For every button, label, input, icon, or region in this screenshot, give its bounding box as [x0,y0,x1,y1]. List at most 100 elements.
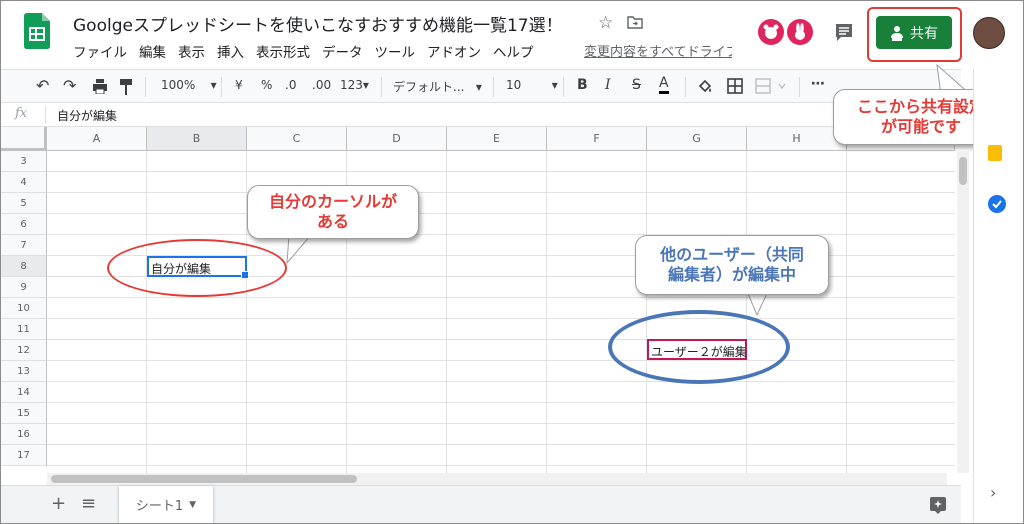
row-header-15[interactable]: 15 [1,403,47,424]
grid-line [47,171,955,172]
tasks-icon[interactable] [988,195,1006,213]
currency-format-button[interactable]: ¥ [235,78,243,92]
menu-edit[interactable]: 編集 [139,41,166,61]
row-header-11[interactable]: 11 [1,319,47,340]
menu-bar: ファイル 編集 表示 挿入 表示形式 データ ツール アドオン ヘルプ [73,41,546,61]
text-color-button[interactable]: A [659,75,669,94]
column-header-d[interactable]: D [347,127,447,151]
toolbar-divider [381,77,382,97]
grid-line [47,339,955,340]
paint-format-icon[interactable] [119,79,133,95]
column-header-h[interactable]: H [747,127,847,151]
column-header-a[interactable]: A [47,127,147,151]
menu-format[interactable]: 表示形式 [256,41,310,61]
collaborator-callout-line2: 編集者）が編集中 [667,265,796,284]
column-header-g[interactable]: G [647,127,747,151]
row-header-3[interactable]: 3 [1,151,47,172]
increase-decimal-button[interactable]: .00 [312,78,331,92]
sheet-tab-active[interactable]: シート1 ▼ [119,486,213,523]
bold-button[interactable]: B [577,77,588,93]
more-formats-button[interactable]: 123▾ [340,78,369,92]
row-header-7[interactable]: 7 [1,235,47,256]
menu-view[interactable]: 表示 [178,41,205,61]
sheets-logo-icon[interactable] [24,13,50,49]
grid-line [47,381,955,382]
grid-line [47,444,955,445]
sheet-tabs-bar: + ≡ シート1 ▼ [1,485,961,523]
italic-button[interactable]: I [605,77,611,93]
row-header-5[interactable]: 5 [1,193,47,214]
formula-bar-divider [45,106,46,124]
move-folder-icon[interactable] [627,15,643,29]
row-header-8[interactable]: 8 [1,256,47,277]
column-header-c[interactable]: C [247,127,347,151]
toolbar-divider [799,77,800,97]
select-all-corner[interactable] [1,127,47,151]
own-cursor-callout-line2: ある [316,212,349,231]
column-header-f[interactable]: F [547,127,647,151]
sheet-tab-label: シート1 [135,499,184,514]
fx-icon: fx [15,106,28,121]
font-size-select[interactable]: 10 ▾ [506,78,558,92]
zoom-select[interactable]: 100% ▾ [161,78,217,92]
formula-input[interactable]: 自分が編集 [57,107,117,124]
toolbar-divider [221,77,222,97]
explore-icon[interactable] [929,496,947,514]
horizontal-scrollbar[interactable] [47,473,947,485]
menu-insert[interactable]: 挿入 [217,41,244,61]
share-button[interactable]: 共有 [876,16,952,49]
row-header-16[interactable]: 16 [1,424,47,445]
formula-bar: fx 自分が編集 [1,103,961,127]
grid-line [47,192,955,193]
row-header-17[interactable]: 17 [1,445,47,466]
all-sheets-button[interactable]: ≡ [81,493,96,514]
print-icon[interactable] [92,79,108,94]
last-edit-link[interactable]: 変更内容をすべてドライブに保存しました [584,41,732,60]
menu-file[interactable]: ファイル [73,41,127,61]
fill-color-icon[interactable] [697,78,713,94]
more-options-icon[interactable]: ⋯ [811,76,825,92]
horizontal-scroll-thumb[interactable] [51,475,357,483]
borders-icon[interactable] [727,78,743,94]
row-header-12[interactable]: 12 [1,340,47,361]
vertical-scroll-thumb[interactable] [959,157,967,185]
column-header-e[interactable]: E [447,127,547,151]
row-header-10[interactable]: 10 [1,298,47,319]
undo-icon[interactable]: ↶ [36,76,49,95]
keep-icon[interactable] [988,145,1002,161]
row-header-6[interactable]: 6 [1,214,47,235]
user-profile-avatar[interactable] [973,17,1005,49]
document-title[interactable]: Goolgeスプレッドシートを使いこなすおすすめ機能一覧17選！ [73,11,563,36]
row-header-4[interactable]: 4 [1,172,47,193]
row-header-13[interactable]: 13 [1,361,47,382]
menu-addons[interactable]: アドオン [427,41,481,61]
decrease-decimal-button[interactable]: .0 [285,78,296,92]
collaborator-callout: 他のユーザー（共同 編集者）が編集中 [635,235,829,295]
strikethrough-button[interactable]: S [632,77,641,93]
collaborator-avatar-1[interactable] [758,19,784,45]
grid-line [47,360,955,361]
font-family-select[interactable]: デフォルト... ▾ [393,78,482,95]
toolbar: ↶ ↷ 100% ▾ ¥ % .0 .00 123▾ デフォルト... ▾ 10… [1,69,961,103]
spreadsheet-grid[interactable]: A B C D E F G H 3 4 5 6 7 8 9 10 11 12 1… [1,127,955,473]
comment-icon[interactable] [833,21,855,43]
star-icon[interactable]: ☆ [598,13,613,33]
vertical-scrollbar[interactable] [957,151,969,473]
menu-help[interactable]: ヘルプ [493,41,534,61]
row-header-14[interactable]: 14 [1,382,47,403]
grid-line [47,465,955,466]
redo-icon[interactable]: ↷ [63,76,76,95]
person-lock-icon [891,25,903,41]
add-sheet-button[interactable]: + [51,493,66,514]
collaborator-avatar-2[interactable] [787,19,813,45]
percent-format-button[interactable]: % [261,78,272,92]
menu-data[interactable]: データ [322,41,363,61]
animal-avatar-icon [763,24,779,39]
merge-cells-icon[interactable] [755,78,787,94]
sheet-tab-dropdown-icon[interactable]: ▼ [189,500,196,510]
expand-side-panel-icon[interactable]: › [990,483,996,502]
grid-line [446,151,447,473]
row-header-9[interactable]: 9 [1,277,47,298]
menu-tools[interactable]: ツール [375,41,416,61]
column-header-b[interactable]: B [147,127,247,151]
